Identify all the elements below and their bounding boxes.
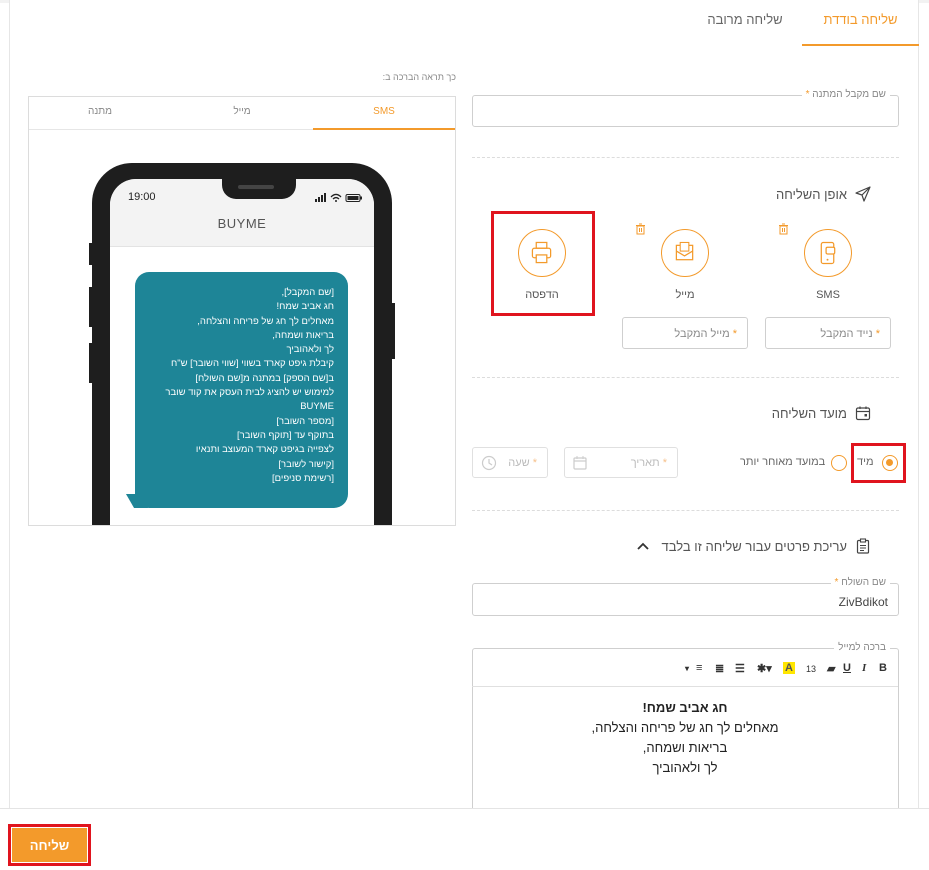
delivery-option-sms-label: SMS (816, 289, 840, 301)
radio-later-label: במועד מאוחר יותר (740, 456, 826, 468)
blessing-line: לך ולאהוביך (652, 760, 718, 775)
preview-tab-sms[interactable]: SMS (313, 106, 455, 130)
preview-tabs: SMS מייל מתנה (29, 97, 455, 130)
recipient-email-field[interactable]: מייל המקבל * (622, 317, 748, 349)
phone-screen: 19:00 BUYME [שם המקבל], חג אביב שמח! מאח… (110, 179, 374, 525)
phone-mockup: 19:00 BUYME [שם המקבל], חג אביב שמח! מאח… (92, 163, 392, 525)
trash-icon[interactable] (635, 223, 646, 238)
divider (472, 157, 899, 158)
highlight-box-send (8, 824, 91, 866)
send-time-title: מועד השליחה (772, 405, 871, 421)
chevron-up-icon[interactable] (636, 541, 650, 551)
clock-icon (481, 455, 497, 471)
email-icon (661, 229, 709, 277)
sms-line: בריאות ושמחה, (272, 329, 334, 341)
sms-line: [קישור לשובר] (278, 458, 334, 470)
phone-brand-title: BUYME (217, 216, 267, 231)
delivery-option-sms[interactable]: SMS (788, 229, 868, 301)
recipient-phone-field[interactable]: נייד המקבל * (765, 317, 891, 349)
recipient-name-field[interactable]: שם מקבל המתנה * (472, 89, 899, 127)
phone-status-icons (315, 193, 362, 202)
eraser-icon[interactable]: ▰ (827, 662, 835, 675)
phone-header: 19:00 BUYME (110, 179, 374, 247)
sender-name-label: שם השולח * (830, 577, 890, 588)
underline-button[interactable]: U (843, 662, 851, 674)
sms-line: מאחלים לך חג של פריחה והצלחה, (197, 315, 334, 327)
calendar-icon (573, 456, 587, 470)
divider (472, 377, 899, 378)
radio-later[interactable] (831, 455, 847, 471)
sms-line: [שם המקבל], (281, 287, 334, 298)
blessing-label: ברכה למייל (834, 642, 890, 653)
phone-notch (222, 179, 296, 199)
calendar-icon (855, 406, 871, 421)
phone-side-button (392, 303, 395, 359)
editor-toolbar: B I U ▰ 13 A ✱▾ ☰ ≣ ≡ ▾ (472, 655, 898, 687)
delivery-option-email-label: מייל (675, 289, 695, 301)
highlight-color-button[interactable]: A (783, 662, 795, 674)
blessing-line: בריאות ושמחה, (642, 740, 728, 755)
preview-tab-email[interactable]: מייל (171, 106, 313, 130)
recipient-phone-placeholder: נייד המקבל * (820, 328, 880, 340)
palette-icon[interactable]: ✱▾ (757, 662, 772, 675)
preview-panel: SMS מייל מתנה 19:00 BUYME [שם המקבל], חג… (28, 96, 456, 526)
chevron-down-icon[interactable]: ▾ (685, 664, 689, 673)
sms-line: ב[שם הספק] במתנה מ[שם השולח] (195, 372, 334, 384)
sms-bubble: [שם המקבל], חג אביב שמח! מאחלים לך חג של… (135, 272, 348, 508)
blessing-line: מאחלים לך חג של פריחה והצלחה, (591, 720, 779, 735)
send-mode-tabs: שליחה בודדת שליחה מרובה (0, 0, 929, 46)
bold-button[interactable]: B (879, 662, 887, 674)
clipboard-icon (856, 538, 870, 554)
sms-line: לצפייה בגיפט קארד המעוצב ותנאיו (195, 444, 334, 456)
sms-line: [רשימת סניפים] (271, 472, 334, 484)
align-icon[interactable]: ≡ (696, 662, 702, 674)
divider (472, 510, 899, 511)
sms-line: BUYME (300, 401, 334, 413)
numbered-list-icon[interactable]: ≣ (715, 662, 724, 675)
recipient-email-placeholder: מייל המקבל * (674, 328, 737, 340)
sms-line: קיבלת גיפט קארד בשווי [שווי השובר] ש"ח (170, 358, 334, 370)
bullet-list-icon[interactable]: ☰ (735, 662, 745, 675)
tab-single-send[interactable]: שליחה בודדת (802, 12, 919, 46)
bottom-action-bar: שליחה (0, 808, 929, 870)
time-field[interactable]: שעה * (472, 447, 548, 478)
send-time-label: מועד השליחה (771, 405, 847, 421)
font-size-select[interactable]: 13 (806, 664, 816, 674)
delivery-option-email[interactable]: מייל (645, 229, 725, 301)
sms-line: חג אביב שמח! (276, 301, 334, 313)
sms-line: [מספר השובר] (276, 415, 334, 427)
sms-phone-icon (804, 229, 852, 277)
sms-line: לך ולאהוביך (286, 344, 334, 356)
edit-details-title[interactable]: עריכת פרטים עבור שליחה זו בלבד (636, 538, 871, 554)
trash-icon[interactable] (778, 223, 789, 238)
preview-caption: כך תראה הברכה ב: (382, 72, 456, 82)
send-plane-icon (855, 186, 871, 202)
sender-name-value[interactable]: ZivBdikot (839, 595, 888, 609)
recipient-name-label: שם מקבל המתנה * (801, 89, 890, 100)
edit-details-label: עריכת פרטים עבור שליחה זו בלבד (661, 538, 847, 554)
italic-button[interactable]: I (862, 662, 866, 674)
time-placeholder: שעה * (508, 457, 537, 469)
highlight-box-print (491, 211, 595, 316)
blessing-line: חג אביב שמח! (642, 700, 728, 715)
delivery-method-title: אופן השליחה (776, 186, 871, 202)
date-field[interactable]: תאריך * (564, 447, 678, 478)
date-placeholder: תאריך * (630, 457, 667, 469)
blessing-content[interactable]: חג אביב שמח! מאחלים לך חג של פריחה והצלח… (472, 698, 898, 778)
highlight-box-now (851, 443, 906, 483)
delivery-method-label: אופן השליחה (776, 186, 847, 202)
preview-tab-gift[interactable]: מתנה (29, 106, 171, 130)
phone-clock: 19:00 (128, 191, 156, 203)
sender-name-field[interactable]: שם השולח * ZivBdikot (472, 577, 899, 616)
sms-line: בתוקף עד [תוקף השובר] (237, 429, 334, 441)
tab-multi-send[interactable]: שליחה מרובה (700, 12, 790, 46)
sms-line: למימוש יש להציג לבית העסק את קוד שובר (165, 387, 334, 399)
